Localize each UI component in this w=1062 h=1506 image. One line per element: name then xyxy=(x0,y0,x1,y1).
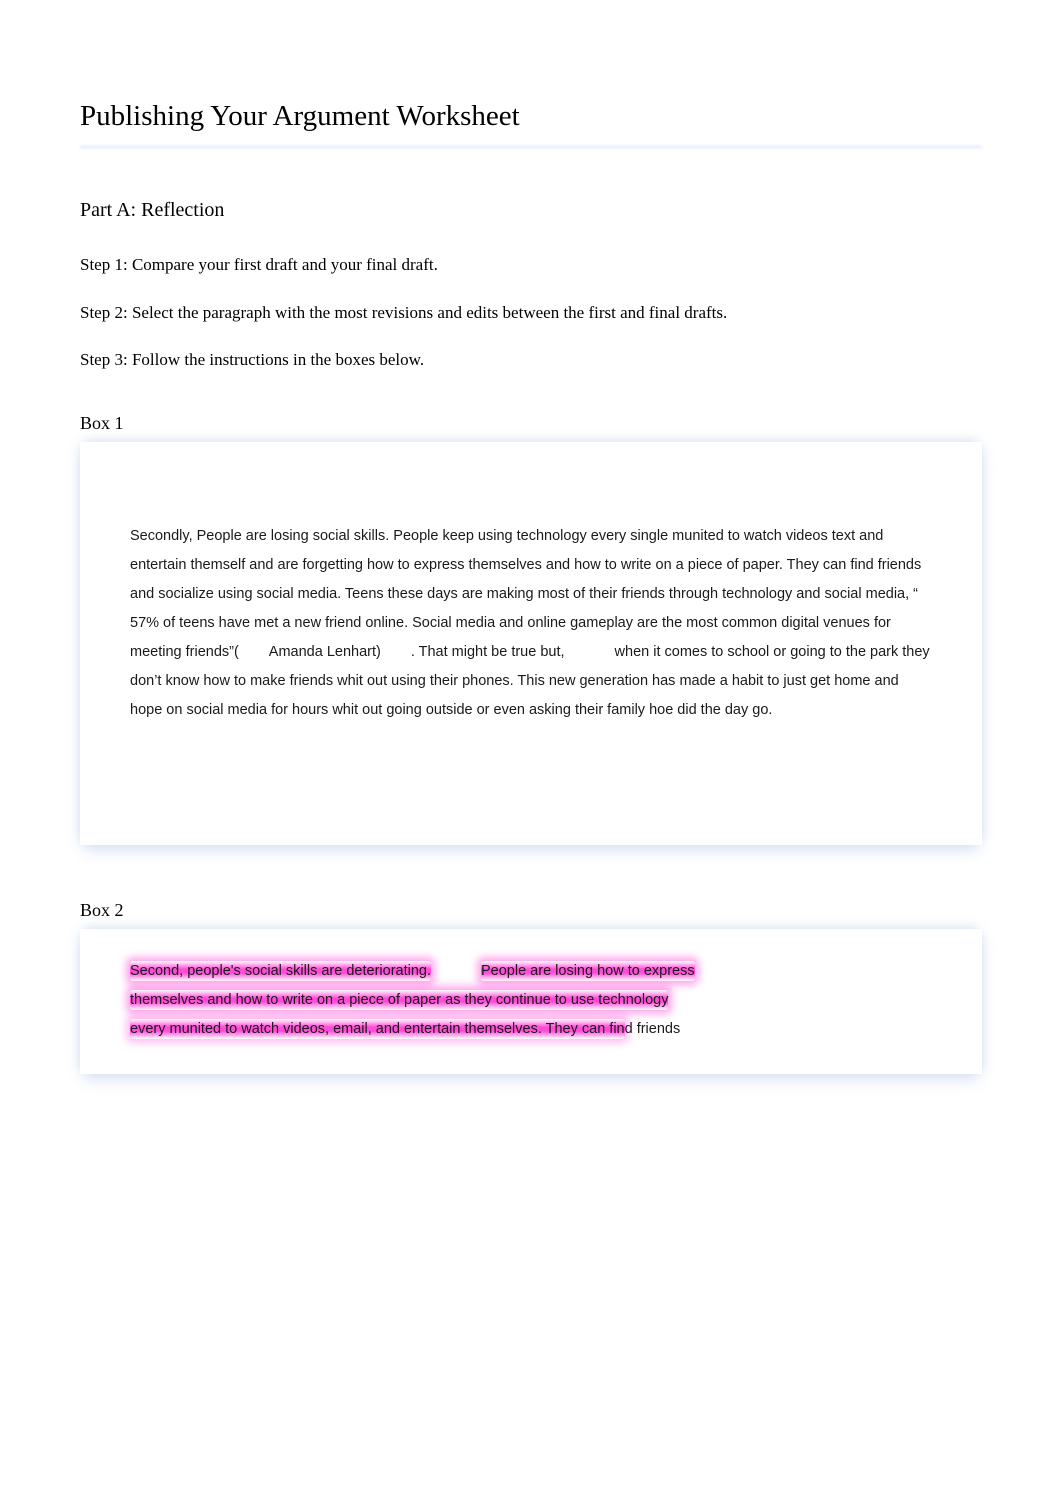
box-2-paragraph: Second, people's social skills are deter… xyxy=(130,957,932,1044)
box-1-paragraph: Secondly, People are losing social skill… xyxy=(130,522,932,725)
box-1-heading: Box 1 xyxy=(80,413,982,434)
step-2: Step 2: Select the paragraph with the mo… xyxy=(80,300,982,326)
part-a-heading: Part A: Reflection xyxy=(80,199,982,222)
box-1-citation: Amanda Lenhart) xyxy=(269,644,381,660)
box-2-container: Second, people's social skills are deter… xyxy=(80,929,982,1074)
step-1: Step 1: Compare your first draft and you… xyxy=(80,252,982,278)
box-2-highlight-2: People are losing how to express xyxy=(481,961,695,981)
box-1-text-part2a: . That might be true but, xyxy=(411,644,565,660)
box-1-text-part1: Secondly, People are losing social skill… xyxy=(130,528,921,660)
box-2-highlight-3: themselves and how to write on a piece o… xyxy=(130,990,668,1010)
page-title: Publishing Your Argument Worksheet xyxy=(80,100,982,133)
title-divider xyxy=(80,145,982,149)
box-2-highlight-4: every munited to watch videos, email, an… xyxy=(130,1019,625,1039)
box-1-container: Secondly, People are losing social skill… xyxy=(80,442,982,845)
box-2-heading: Box 2 xyxy=(80,900,982,921)
step-3: Step 3: Follow the instructions in the b… xyxy=(80,347,982,373)
box-2-plain-text: d friends xyxy=(625,1021,681,1037)
box-2-highlight-1: Second, people's social skills are deter… xyxy=(130,961,431,981)
